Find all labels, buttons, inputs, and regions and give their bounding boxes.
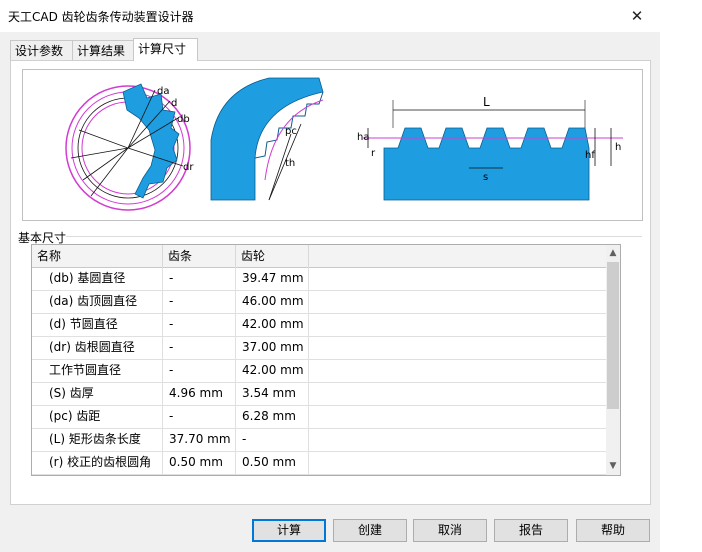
gear-label-dr: dr [183,162,194,173]
cell-name: (L) 矩形齿条长度 [32,428,163,451]
cell-name: (r) 校正的齿根圆角 [32,451,163,474]
cell-name: (pc) 齿距 [32,405,163,428]
cell-name: (d) 节圆直径 [32,313,163,336]
cell-gear: 42.00 mm [236,313,309,336]
close-button[interactable]: ✕ [614,0,660,32]
rack-diagram: L ha r hf h s [357,95,623,201]
title-bar: 天工CAD 齿轮齿条传动装置设计器 ✕ [0,0,660,32]
cancel-button[interactable]: 取消 [413,519,487,542]
chevron-down-icon: ▼ [609,461,617,471]
cell-rack: - [163,405,236,428]
gear-label-db: db [177,114,190,125]
cell-empty [309,336,607,359]
rack-label-ha: ha [357,132,369,143]
cell-empty [309,313,607,336]
cell-empty [309,382,607,405]
gear-diagram: da d db dr [65,83,194,211]
cell-rack: - [163,290,236,313]
tab-calc-dimensions[interactable]: 计算尺寸 [133,38,198,61]
window-title: 天工CAD 齿轮齿条传动装置设计器 [8,10,194,24]
cell-empty [309,359,607,382]
cell-gear: 3.54 mm [236,382,309,405]
cell-gear: 46.00 mm [236,290,309,313]
column-header-rack[interactable]: 齿条 [163,245,236,267]
rack-label-s: s [483,172,488,183]
report-button[interactable]: 报告 [494,519,568,542]
table-row[interactable]: (d) 节圆直径 - 42.00 mm [32,313,607,337]
scroll-up-button[interactable]: ▲ [606,245,620,262]
rack-label-h: h [615,142,621,153]
column-header-name[interactable]: 名称 [32,245,163,267]
cell-rack: - [163,267,236,290]
cell-name: (da) 齿顶圆直径 [32,290,163,313]
cell-gear: 42.00 mm [236,359,309,382]
dimensions-grid: 名称 齿条 齿轮 (db) 基圆直径 - 39.47 mm (da) 齿顶圆直径… [31,244,621,476]
tab-design-params[interactable]: 设计参数 [10,40,73,60]
vertical-scrollbar[interactable]: ▲ ▼ [606,245,620,475]
cell-name: (dr) 齿根圆直径 [32,336,163,359]
grid-header: 名称 齿条 齿轮 [32,245,607,268]
table-row[interactable]: (r) 校正的齿根圆角 0.50 mm 0.50 mm [32,451,607,475]
help-button[interactable]: 帮助 [576,519,650,542]
table-row[interactable]: (S) 齿厚 4.96 mm 3.54 mm [32,382,607,406]
cell-rack: 4.96 mm [163,382,236,405]
table-row[interactable]: (da) 齿顶圆直径 - 46.00 mm [32,290,607,314]
cell-rack: - [163,359,236,382]
scrollbar-thumb[interactable] [607,262,619,409]
table-row[interactable]: 工作节圆直径 - 42.00 mm [32,359,607,383]
cell-name: (S) 齿厚 [32,382,163,405]
cell-rack: - [163,336,236,359]
tab-calc-results[interactable]: 计算结果 [72,40,134,60]
cell-gear: 0.50 mm [236,451,309,474]
pitch-label-th: th [285,158,295,169]
dimension-diagram-svg: da d db dr pc th L ha r hf h s [65,77,623,211]
cell-empty [309,428,607,451]
cell-empty [309,267,607,290]
chevron-up-icon: ▲ [609,248,617,258]
table-row[interactable]: (dr) 齿根圆直径 - 37.00 mm [32,336,607,360]
cell-gear: 37.00 mm [236,336,309,359]
cell-rack: 0.50 mm [163,451,236,474]
column-header-gear[interactable]: 齿轮 [236,245,309,267]
pitch-diagram: pc th [210,77,324,201]
rack-label-L: L [483,95,490,109]
close-icon: ✕ [630,7,644,25]
create-button[interactable]: 创建 [333,519,407,542]
rack-label-hf: hf [585,150,595,161]
table-row[interactable]: (pc) 齿距 - 6.28 mm [32,405,607,429]
calculate-button[interactable]: 计算 [252,519,326,542]
gear-label-d: d [171,98,177,109]
cell-gear: - [236,428,309,451]
cell-empty [309,290,607,313]
gear-label-da: da [157,86,169,97]
table-row[interactable]: (L) 矩形齿条长度 37.70 mm - [32,428,607,452]
dialog-window: 天工CAD 齿轮齿条传动装置设计器 ✕ 设计参数 计算结果 计算尺寸 da d … [0,0,660,552]
cell-name: 工作节圆直径 [32,359,163,382]
cell-name: (db) 基圆直径 [32,267,163,290]
scroll-down-button[interactable]: ▼ [606,458,620,475]
rack-label-r: r [371,148,376,159]
pitch-label-pc: pc [285,126,297,137]
cell-rack: 37.70 mm [163,428,236,451]
cell-empty [309,405,607,428]
cell-rack: - [163,313,236,336]
dimension-diagram: da d db dr pc th L ha r hf h s [22,69,643,221]
table-row[interactable]: (db) 基圆直径 - 39.47 mm [32,267,607,291]
cell-empty [309,451,607,474]
section-divider [66,236,642,237]
cell-gear: 6.28 mm [236,405,309,428]
cell-gear: 39.47 mm [236,267,309,290]
